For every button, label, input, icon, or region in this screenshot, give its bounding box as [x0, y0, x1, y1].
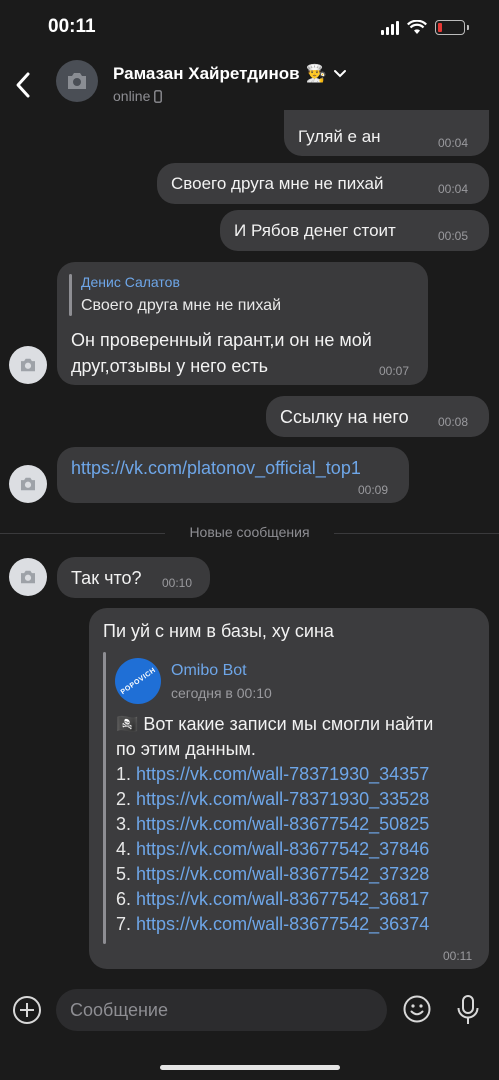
list-item: 3. https://vk.com/wall-83677542_50825	[116, 814, 430, 834]
forward-bar	[103, 652, 106, 944]
message-text: Ссылку на него	[280, 407, 409, 427]
divider-label: Новые сообщения	[189, 524, 310, 540]
message-bubble[interactable]: Пи уй с ним в базы, ху сина POPOVICH Omi…	[89, 608, 489, 969]
message-time: 00:09	[358, 483, 389, 497]
message-bubble[interactable]: И Рябов денег стоит 00:05	[220, 210, 489, 251]
message-time: 00:08	[438, 415, 469, 429]
reply-text: Своего друга мне не пихай	[81, 297, 281, 314]
message-input[interactable]: Сообщение	[56, 989, 387, 1031]
avatar[interactable]	[56, 60, 98, 102]
list-item: 5. https://vk.com/wall-83677542_37328	[116, 864, 430, 884]
message-time: 00:11	[443, 949, 473, 963]
list-item: 6. https://vk.com/wall-83677542_36817	[116, 889, 430, 909]
message-time: 00:04	[438, 136, 469, 150]
message-time: 00:04	[438, 182, 469, 196]
post-link[interactable]: https://vk.com/wall-83677542_37328	[136, 864, 429, 884]
camera-icon	[21, 358, 35, 372]
home-indicator	[160, 1065, 340, 1070]
message-text: Гуляй е ан	[298, 127, 381, 146]
sender-avatar[interactable]	[9, 465, 47, 503]
post-link[interactable]: https://vk.com/wall-78371930_34357	[136, 764, 429, 784]
forward-author[interactable]: Omibo Bot	[171, 662, 247, 680]
emoji-icon[interactable]	[402, 994, 432, 1024]
message-bubble[interactable]: Денис Салатов Своего друга мне не пихай …	[57, 262, 428, 385]
list-item: 2. https://vk.com/wall-78371930_33528	[116, 789, 430, 809]
back-chevron-icon[interactable]	[12, 70, 36, 100]
reply-quote[interactable]	[69, 274, 72, 316]
message-input-placeholder: Сообщение	[70, 1000, 168, 1020]
presence-label: online	[113, 88, 151, 104]
battery-icon	[435, 20, 465, 35]
post-link[interactable]: https://vk.com/wall-83677542_36374	[136, 914, 429, 934]
post-link[interactable]: https://vk.com/wall-83677542_50825	[136, 814, 429, 834]
message-bubble[interactable]: https://vk.com/platonov_official_top1 00…	[57, 447, 409, 503]
message-time: 00:05	[438, 229, 469, 243]
status-icons	[381, 20, 469, 35]
link-list: 1. https://vk.com/wall-78371930_34357 2.…	[116, 764, 486, 939]
wifi-icon	[407, 20, 427, 34]
forward-intro-line2: по этим данным.	[116, 739, 256, 759]
chat-title[interactable]: Рамазан Хайретдинов 👨‍🍳	[113, 64, 347, 84]
sender-avatar[interactable]	[9, 346, 47, 384]
post-link[interactable]: https://vk.com/wall-78371930_33528	[136, 789, 429, 809]
message-bubble[interactable]: Гуляй е ан 00:04	[284, 110, 489, 156]
message-bubble[interactable]: Так что? 00:10	[57, 557, 210, 598]
post-link[interactable]: https://vk.com/wall-83677542_36817	[136, 889, 429, 909]
contact-name: Рамазан Хайретдинов	[113, 64, 300, 83]
message-text: И Рябов денег стоит	[234, 221, 396, 240]
message-link[interactable]: https://vk.com/platonov_official_top1	[71, 458, 361, 479]
camera-icon	[68, 73, 86, 89]
message-text-line1: Он проверенный гарант,и он не мой	[71, 330, 372, 350]
list-item: 1. https://vk.com/wall-78371930_34357	[116, 764, 430, 784]
chevron-down-icon[interactable]	[333, 69, 347, 79]
bot-logo-text: POPOVICH	[119, 666, 157, 696]
contact-emoji: 👨‍🍳	[305, 64, 327, 83]
message-bubble[interactable]: Своего друга мне не пихай 00:04	[157, 163, 489, 204]
list-item: 4. https://vk.com/wall-83677542_37846	[116, 839, 430, 859]
attach-plus-icon[interactable]	[13, 996, 41, 1024]
message-text: Пи уй с ним в базы, ху сина	[103, 621, 334, 641]
message-text-line2: друг,отзывы у него есть	[71, 356, 268, 376]
status-bar: 00:11	[0, 0, 499, 56]
forward-date: сегодня в 00:10	[171, 685, 272, 701]
cellular-signal-icon	[381, 20, 399, 35]
bot-avatar[interactable]: POPOVICH	[115, 658, 161, 704]
post-link[interactable]: https://vk.com/wall-83677542_37846	[136, 839, 429, 859]
list-item: 7. https://vk.com/wall-83677542_36374	[116, 914, 430, 934]
message-bubble[interactable]: Ссылку на него 00:08	[266, 396, 489, 437]
camera-icon	[21, 477, 35, 491]
message-text: Так что?	[71, 568, 142, 588]
microphone-icon[interactable]	[455, 994, 481, 1026]
message-time: 00:07	[379, 364, 410, 378]
forward-intro-line1: 🏴‍☠️ Вот какие записи мы смогли найти	[116, 714, 434, 734]
message-time: 00:10	[162, 576, 193, 590]
status-time: 00:11	[48, 16, 96, 37]
camera-icon	[21, 570, 35, 584]
sender-avatar[interactable]	[9, 558, 47, 596]
chat-header: Рамазан Хайретдинов 👨‍🍳 online	[0, 56, 499, 116]
message-text: Своего друга мне не пихай	[171, 174, 384, 193]
presence-status: online	[113, 88, 163, 104]
new-messages-divider: Новые сообщения	[0, 524, 499, 542]
reply-author: Денис Салатов	[81, 274, 180, 290]
mobile-phone-icon	[154, 89, 163, 103]
